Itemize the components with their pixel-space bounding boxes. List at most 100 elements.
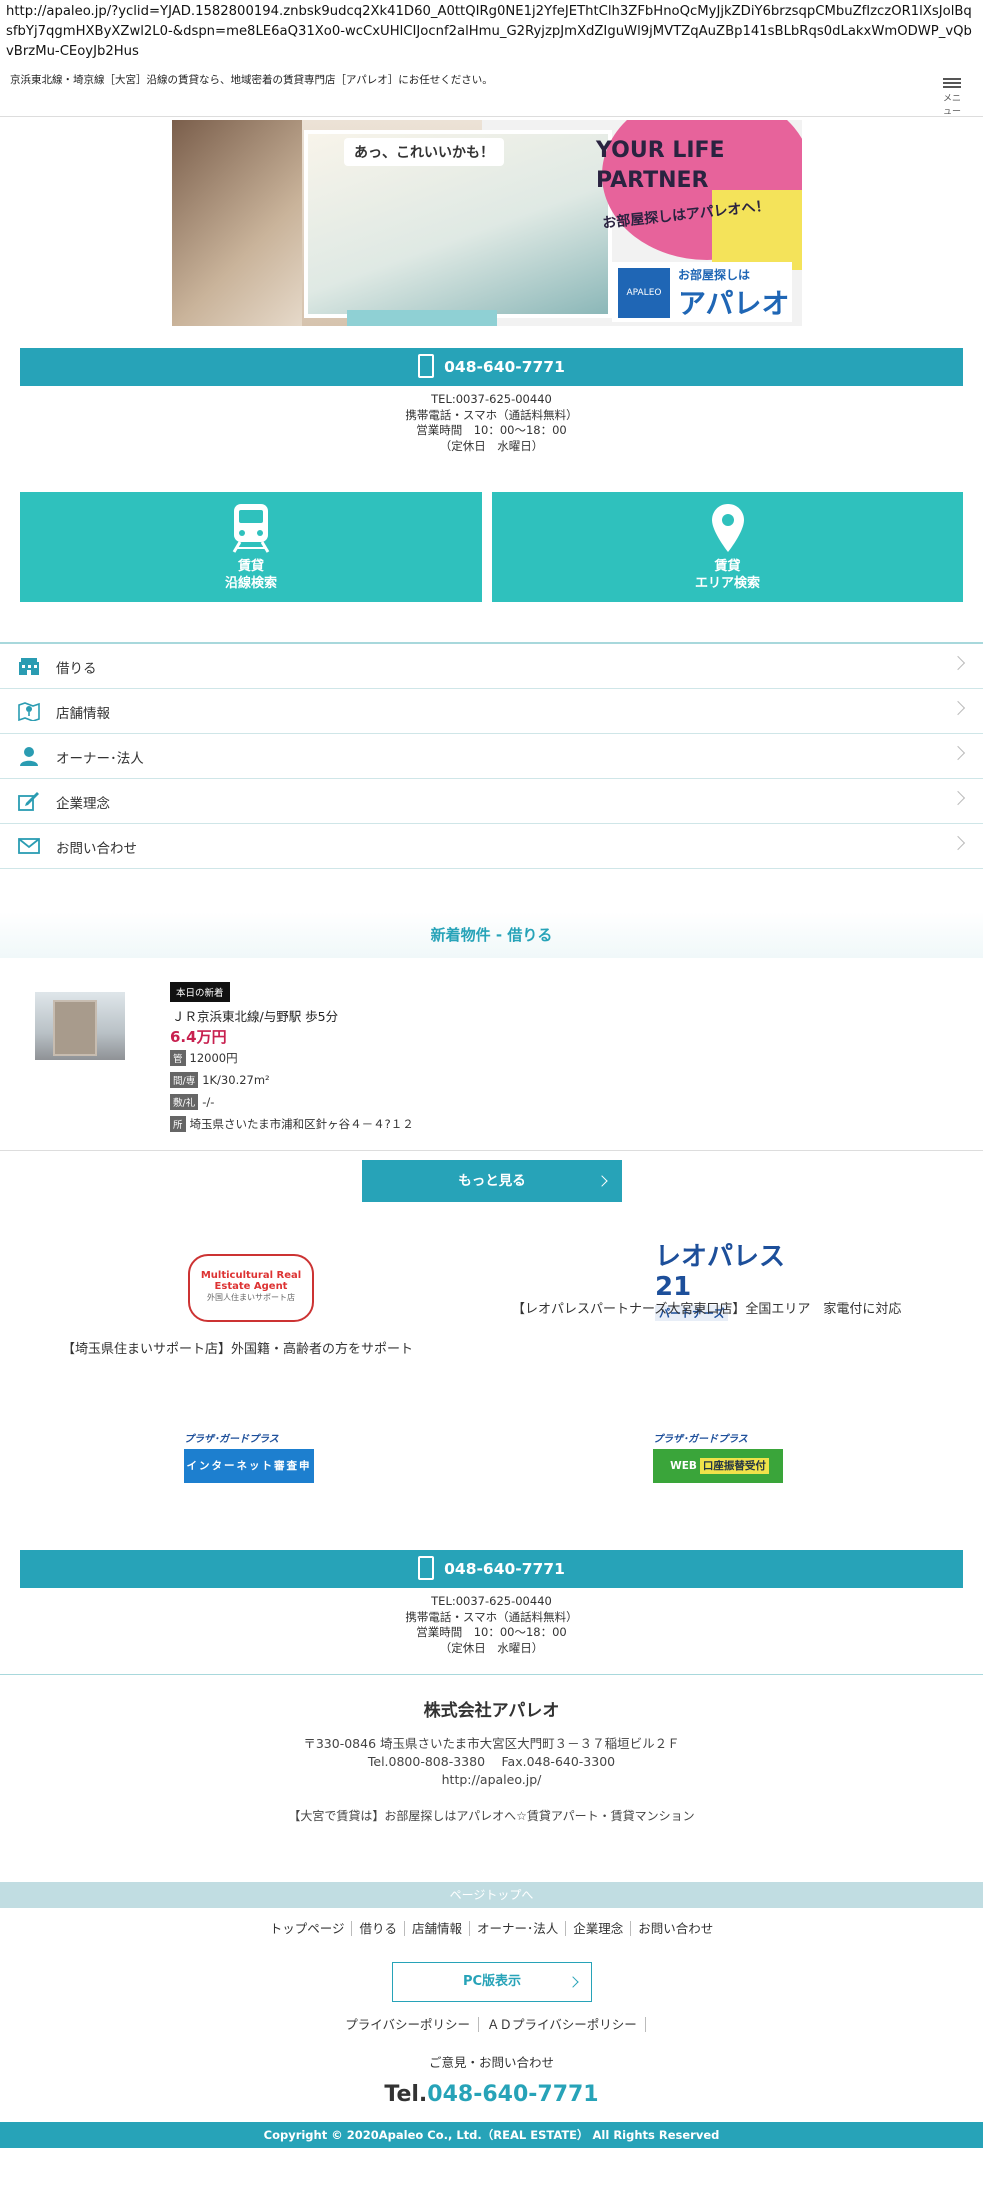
footer-link-owner[interactable]: オーナー･法人 [470,1921,567,1936]
footer-tel-prefix: Tel. [384,2082,428,2107]
multicultural-logo[interactable]: Multicultural Real Estate Agent 外国人住まいサポ… [188,1254,314,1322]
pc-view-label: PC版表示 [462,1974,522,1989]
company-tel-fax: Tel.0800-808-3380 Fax.048-640-3300 [367,1754,616,1769]
address-key: 所 [170,1116,186,1132]
leopalace-logo[interactable]: レオパレス21 パートナーズ [655,1242,785,1321]
hero-headline-1: YOUR LIFE [596,138,725,163]
new-listings-header: 新着物件 - 借りる [0,912,983,958]
interior-photo [172,120,312,326]
new-listings-title: 新着物件 - 借りる [430,926,553,944]
property-card[interactable]: 本日の新着 ＪＲ京浜東北線/与野駅 歩5分 6.4万円 管 12000円 間/専 1… [0,958,983,1151]
tel2-line-2: 携帯電話・スマホ（通話料無料） [405,1609,578,1624]
building-photo [53,1000,97,1056]
tel-number-2: 048-640-7771 [444,1560,565,1578]
tel-button-2[interactable]: 048-640-7771 [20,1550,963,1588]
gp-title: プラザ･ガードプラス [184,1434,279,1445]
property-thumbnail[interactable] [35,992,125,1060]
property-station: ＪＲ京浜東北線/与野駅 歩5分 [172,1009,339,1024]
mc-sub: 外国人住まいサポート店 [207,1293,295,1302]
line-search-l1: 賃貸 [237,559,264,574]
nav-label-philosophy: 企業理念 [56,796,110,812]
company-slogan: 【大宮で賃貸は】お部屋探しはアパレオへ☆賃貸アパート・賃貸マンション [288,1809,695,1823]
gp-web-box: WEB 口座振替受付 [653,1449,783,1483]
layout-key: 間/専 [170,1072,199,1088]
hero-banner[interactable]: あっ、これいいかも！ YOUR LIFE PARTNER お部屋探しはアパレオへ… [172,120,802,326]
nav-item-rent[interactable]: 借りる [0,644,983,689]
deposit-value: -/- [202,1095,215,1109]
tel-info-2: TEL:0037-625-00440 携帯電話・スマホ（通話料無料） 営業時間 … [0,1594,983,1656]
property-layout-row: 間/専 1K/30.27m² [170,1072,270,1088]
line-search-l2: 沿線検索 [224,576,277,591]
hero-headline-2: PARTNER [596,168,709,193]
nav-label-owner: オーナー･法人 [56,751,144,767]
page-top-button[interactable]: ページトップへ [0,1882,983,1908]
company-url[interactable]: http://apaleo.jp/ [0,1771,983,1789]
footer-link-store[interactable]: 店舗情報 [404,1921,470,1936]
property-mgmt-row: 管 12000円 [170,1050,238,1066]
footer-link-rent[interactable]: 借りる [352,1921,405,1936]
mc-caption: 【埼玉県住まいサポート店】外国籍・高齢者の方をサポート [62,1342,414,1357]
footer-link-top[interactable]: トップページ [262,1921,353,1936]
map-pin-icon [711,504,744,552]
mgmt-value: 12000円 [189,1051,238,1065]
nav-item-philosophy[interactable]: 企業理念 [0,779,983,824]
property-price: 6.4万円 [170,1028,227,1046]
mc-title: Multicultural Real Estate Agent [200,1270,302,1292]
plaza-guard-internet-banner[interactable]: プラザ･ガードプラス インターネット審査申込 [184,1430,314,1506]
more-button[interactable]: もっと見る [362,1160,622,1202]
copyright-bar: Copyright © 2020Apaleo Co., Ltd.（REAL ES… [0,2122,983,2148]
gp-web-hl: 口座振替受付 [699,1458,769,1474]
more-button-label: もっと見る [458,1173,526,1189]
chevron-right-icon [950,745,966,761]
tel-button[interactable]: 048-640-7771 [20,348,963,386]
tel-line-1: TEL:0037-625-00440 [431,392,552,406]
company-info: 株式会社アパレオ 〒330-0846 埼玉県さいたま市大宮区大門町３－３７稲垣ビ… [0,1696,983,1825]
tel2-line-1: TEL:0037-625-00440 [431,1594,552,1608]
footer-link-philosophy[interactable]: 企業理念 [566,1921,632,1936]
edit-icon [18,792,39,811]
nav-item-owner[interactable]: オーナー･法人 [0,734,983,779]
main-nav: 借りる 店舗情報 オーナー･法人 企業理念 お問い合わせ [0,642,983,869]
leo-title: レオパレス21 [655,1242,786,1302]
hero-speech: あっ、これいいかも！ [344,138,504,166]
ad-privacy-policy-link[interactable]: ＡＤプライバシーポリシー [479,2017,646,2032]
logo-mark: APALEO [618,268,670,318]
pc-view-button[interactable]: PC版表示 [392,1962,592,2002]
nav-label-rent: 借りる [56,661,97,677]
logo-small-text: お部屋探しは [678,268,751,282]
footer-links: トップページ 借りる 店舗情報 オーナー･法人 企業理念 お問い合わせ [0,1918,983,1937]
section-divider [0,1674,983,1675]
person-icon [20,747,38,766]
tel2-line-4: （定休日 水曜日） [439,1640,544,1655]
company-address: 〒330-0846 埼玉県さいたま市大宮区大門町３－３７稲垣ビル２Ｆ [303,1736,680,1751]
menu-button[interactable]: メニュー [939,76,965,117]
area-search-tile[interactable]: 賃貸 エリア検索 [492,492,963,602]
leo-caption: 【レオパレスパートナーズ大宮東口店】全国エリア 家電付に対応 [512,1302,902,1317]
footer-tel-number: 048-640-7771 [427,2082,599,2107]
footer-tel[interactable]: Tel.048-640-7771 [0,2082,983,2107]
footer-link-contact[interactable]: お問い合わせ [631,1921,720,1936]
header-divider [0,116,983,117]
mail-icon [18,838,40,854]
train-icon [232,504,270,553]
chevron-right-icon [950,835,966,851]
tel-line-4: （定休日 水曜日） [439,438,544,453]
policy-links: プライバシーポリシー ＡＤプライバシーポリシー [0,2014,983,2033]
line-search-tile[interactable]: 賃貸 沿線検索 [20,492,482,602]
company-name: 株式会社アパレオ [423,1701,560,1721]
teal-strip [347,310,497,326]
hamburger-icon-bar [943,86,961,88]
deposit-key: 敷/礼 [170,1094,199,1110]
address-url-text: http://apaleo.jp/?yclid=YJAD.1582800194.… [6,4,972,59]
plaza-guard-web-banner[interactable]: プラザ･ガードプラス WEB 口座振替受付 [653,1430,783,1486]
hamburger-icon [943,78,961,80]
phone-icon [418,353,435,378]
area-search-l1: 賃貸 [714,559,741,574]
privacy-policy-link[interactable]: プライバシーポリシー [337,2017,479,2032]
nav-item-store[interactable]: 店舗情報 [0,689,983,734]
tel-line-3: 営業時間 10：00〜18：00 [416,423,567,437]
property-deposit-row: 敷/礼 -/- [170,1094,214,1110]
inquiry-link[interactable]: ご意見・お問い合わせ [0,2052,983,2071]
tel-info: TEL:0037-625-00440 携帯電話・スマホ（通話料無料） 営業時間 … [0,392,983,454]
nav-item-contact[interactable]: お問い合わせ [0,824,983,869]
